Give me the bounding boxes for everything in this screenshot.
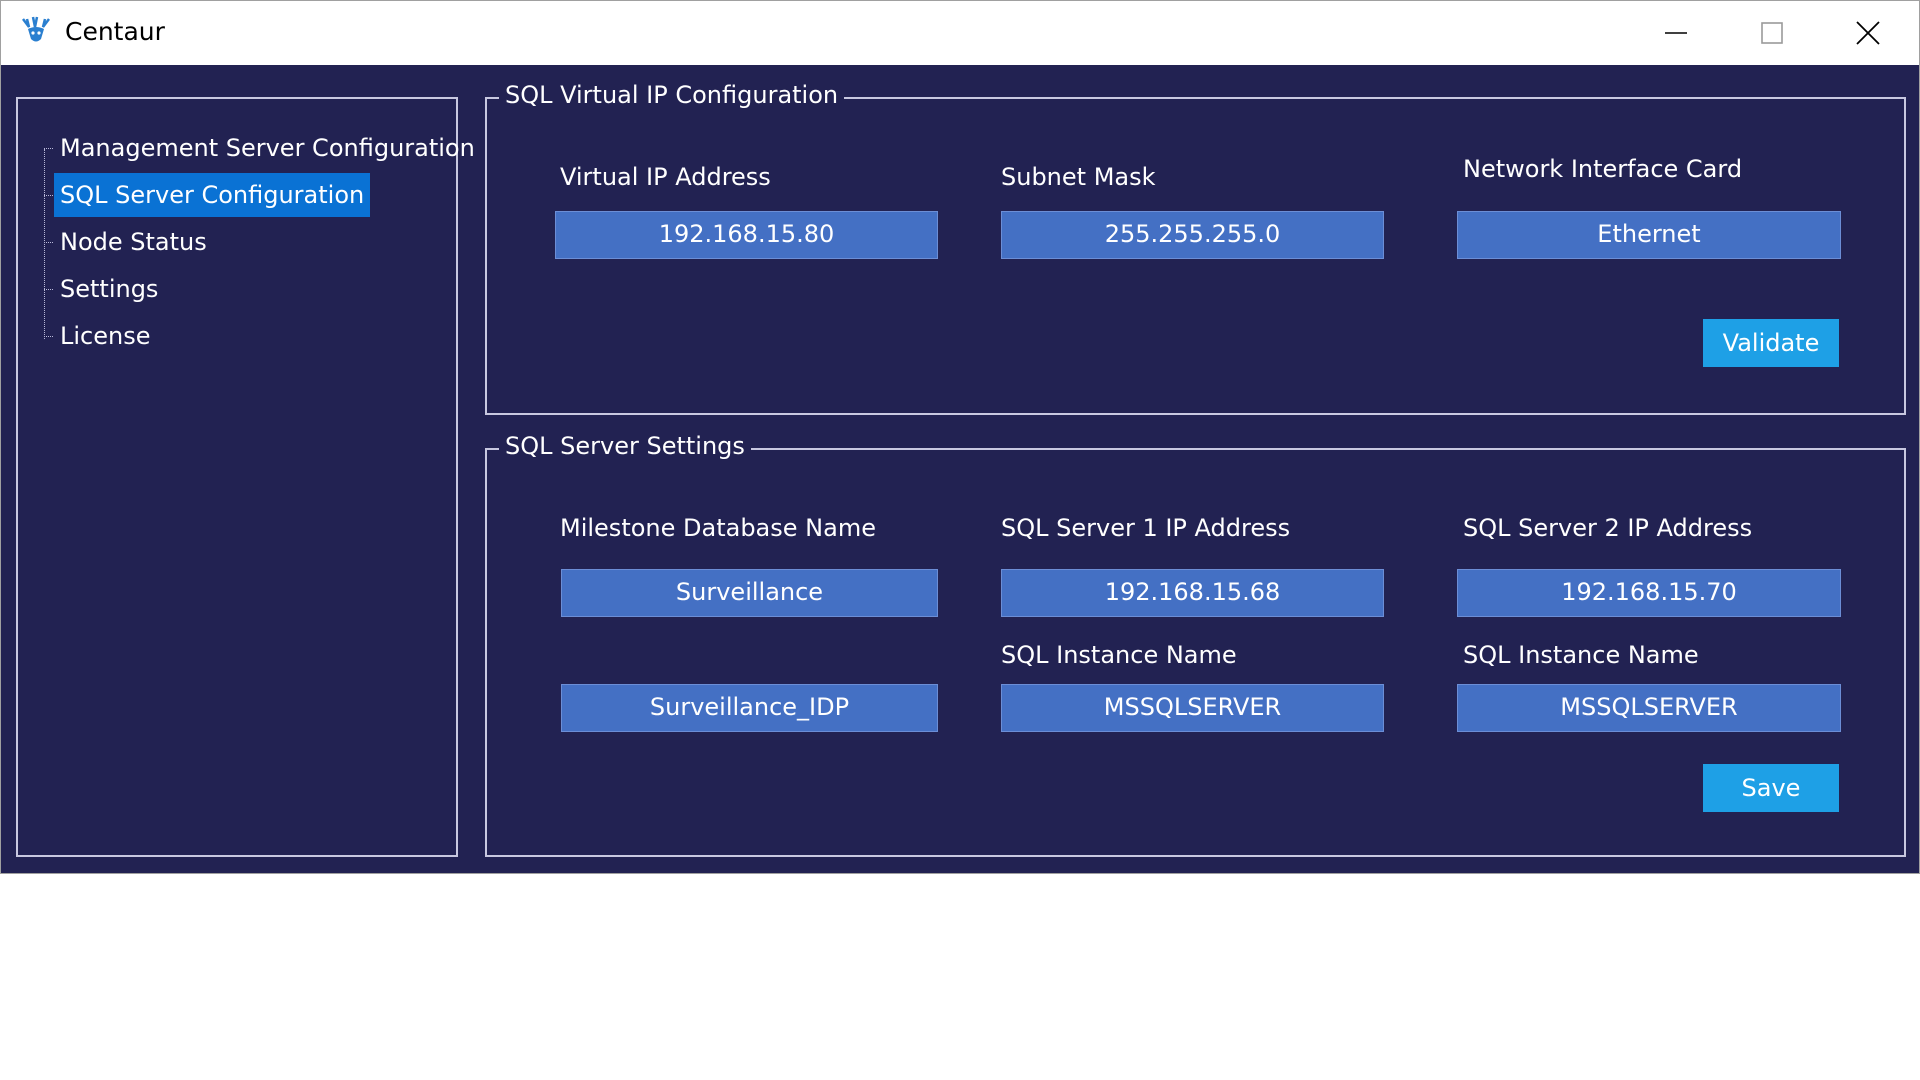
database-name-label: Milestone Database Name: [560, 514, 876, 542]
group-title: SQL Virtual IP Configuration: [499, 81, 845, 109]
tree-item-management-server-configuration[interactable]: Management Server Configuration: [44, 126, 481, 170]
tree-item-settings[interactable]: Settings: [43, 267, 164, 311]
minimize-icon: [1665, 32, 1687, 34]
maximize-icon: [1761, 22, 1783, 44]
tree-connector: [44, 149, 45, 339]
nic-label: Network Interface Card: [1463, 155, 1743, 183]
subnet-mask-input[interactable]: 255.255.255.0: [1001, 211, 1384, 259]
sql-server-2-ip-label: SQL Server 2 IP Address: [1463, 514, 1753, 542]
subnet-mask-label: Subnet Mask: [1001, 163, 1156, 191]
tree-item-node-status[interactable]: Node Status: [44, 220, 213, 264]
maximize-button[interactable]: [1724, 1, 1820, 65]
group-title: SQL Server Settings: [499, 432, 751, 460]
save-button[interactable]: Save: [1703, 764, 1839, 812]
sql-instance-2-input[interactable]: MSSQLSERVER: [1457, 684, 1841, 732]
database-name-input[interactable]: Surveillance: [561, 569, 938, 617]
nic-select[interactable]: Ethernet: [1457, 211, 1841, 259]
sql-server-2-ip-input[interactable]: 192.168.15.70: [1457, 569, 1841, 617]
close-button[interactable]: [1820, 1, 1916, 65]
virtual-ip-label: Virtual IP Address: [560, 163, 771, 191]
close-icon: [1856, 21, 1880, 45]
navigation-tree: Management Server Configuration SQL Serv…: [16, 97, 475, 857]
tree-item-sql-server-configuration[interactable]: SQL Server Configuration: [43, 173, 371, 217]
validate-button[interactable]: Validate: [1703, 319, 1839, 367]
sql-instance-2-label: SQL Instance Name: [1463, 641, 1699, 669]
title-bar[interactable]: Centaur: [1, 1, 1919, 65]
window-title: Centaur: [65, 17, 165, 46]
virtual-ip-input[interactable]: 192.168.15.80: [555, 211, 938, 259]
sql-virtual-ip-group: SQL Virtual IP Configuration Virtual IP …: [485, 81, 1906, 415]
app-window: Centaur Management Server Configuration …: [0, 0, 1920, 874]
sql-instance-1-label: SQL Instance Name: [1001, 641, 1237, 669]
minimize-button[interactable]: [1628, 1, 1724, 65]
sql-instance-1-input[interactable]: MSSQLSERVER: [1001, 684, 1384, 732]
sql-server-settings-group: SQL Server Settings Milestone Database N…: [485, 432, 1906, 857]
centaur-logo-icon: [19, 15, 53, 47]
sql-server-1-ip-label: SQL Server 1 IP Address: [1001, 514, 1291, 542]
tree-item-license[interactable]: License: [43, 314, 156, 358]
sql-server-1-ip-input[interactable]: 192.168.15.68: [1001, 569, 1384, 617]
database-name-idp-input[interactable]: Surveillance_IDP: [561, 684, 938, 732]
